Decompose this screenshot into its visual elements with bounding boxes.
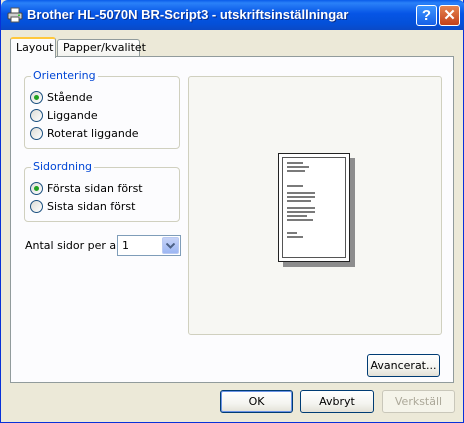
text-line	[287, 211, 315, 213]
printer-icon	[7, 7, 23, 23]
radio-button[interactable]	[30, 200, 43, 213]
print-preferences-dialog: Brother HL-5070N BR-Script3 - utskriftsi…	[0, 0, 464, 423]
pages-per-sheet-select[interactable]: 1	[117, 235, 181, 256]
window-title: Brother HL-5070N BR-Script3 - utskriftsi…	[27, 7, 349, 22]
radio-label: Stående	[47, 91, 93, 104]
radio-label: Sista sidan först	[47, 200, 136, 213]
orientation-group: Orientering Stående Liggande Roterat lig…	[24, 69, 180, 149]
radio-label: Liggande	[47, 109, 98, 122]
text-line	[287, 196, 315, 198]
text-line	[287, 166, 309, 168]
pages-per-sheet-label: Antal sidor per ark:	[25, 239, 131, 252]
text-line	[287, 215, 307, 217]
apply-button[interactable]: Verkställ	[382, 390, 455, 413]
page-order-group-title: Sidordning	[31, 160, 95, 173]
text-line	[287, 219, 313, 221]
page-order-group: Sidordning Första sidan först Sista sida…	[24, 160, 180, 222]
text-line	[287, 200, 311, 202]
orientation-group-title: Orientering	[31, 69, 98, 82]
text-line	[287, 185, 303, 187]
title-bar[interactable]: Brother HL-5070N BR-Script3 - utskriftsi…	[1, 0, 464, 30]
radio-button-selected[interactable]	[30, 182, 43, 195]
layout-tab-panel: Orientering Stående Liggande Roterat lig…	[10, 56, 454, 383]
cancel-button[interactable]: Avbryt	[300, 390, 374, 413]
help-icon: ?	[421, 7, 432, 24]
ok-button[interactable]: OK	[220, 390, 293, 413]
radio-label: Roterat liggande	[47, 127, 139, 140]
page-preview-icon	[278, 153, 350, 262]
advanced-button[interactable]: Avancerat...	[367, 354, 440, 377]
layout-preview	[188, 76, 442, 335]
radio-button[interactable]	[30, 109, 43, 122]
text-line	[287, 236, 303, 238]
text-line	[287, 192, 315, 194]
close-button[interactable]: ✕	[439, 5, 460, 26]
tab-paper-quality[interactable]: Papper/kvalitet	[57, 39, 146, 57]
help-button[interactable]: ?	[416, 5, 437, 26]
text-line	[287, 162, 303, 164]
chevron-down-icon[interactable]	[162, 237, 179, 254]
text-line	[287, 207, 315, 209]
radio-button[interactable]	[30, 127, 43, 140]
text-line	[287, 170, 305, 172]
page-content-area	[282, 157, 346, 258]
radio-button-selected[interactable]	[30, 91, 43, 104]
text-line	[287, 232, 297, 234]
radio-label: Första sidan först	[47, 182, 143, 195]
pages-per-sheet-value: 1	[122, 239, 129, 252]
close-icon: ✕	[443, 7, 456, 24]
tab-layout[interactable]: Layout	[10, 37, 56, 58]
